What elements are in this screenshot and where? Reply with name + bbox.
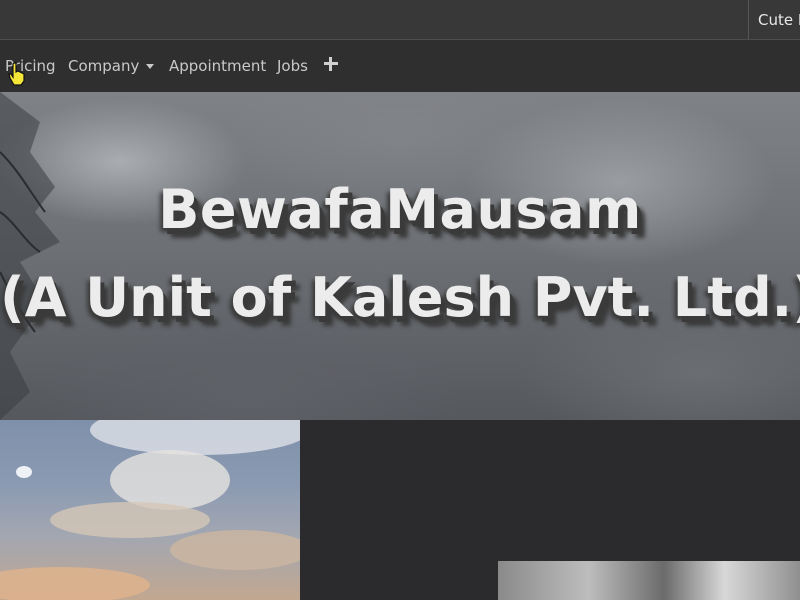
nav-item-appointment[interactable]: Appointment xyxy=(169,40,266,92)
sky-clouds-graphic xyxy=(0,420,300,600)
top-bar: Cute L xyxy=(0,0,800,40)
plus-icon[interactable] xyxy=(324,57,338,71)
user-menu-link[interactable]: Cute L xyxy=(748,0,800,39)
nav-item-company-label: Company xyxy=(68,57,140,75)
chevron-down-icon xyxy=(146,64,155,69)
main-navbar: Pricing Company Appointment Jobs xyxy=(0,40,800,92)
hero-subtitle: (A Unit of Kalesh Pvt. Ltd.) xyxy=(0,266,800,329)
hand-cursor-icon xyxy=(8,62,25,86)
hero-banner: BewafaMausam (A Unit of Kalesh Pvt. Ltd.… xyxy=(0,92,800,420)
sky-photo xyxy=(0,420,300,600)
nav-item-jobs[interactable]: Jobs xyxy=(277,40,308,92)
tree-branch-silhouette xyxy=(0,92,60,420)
grayscale-photo xyxy=(498,561,800,600)
hero-title: BewafaMausam xyxy=(158,178,642,241)
nav-item-company[interactable]: Company xyxy=(68,40,155,92)
